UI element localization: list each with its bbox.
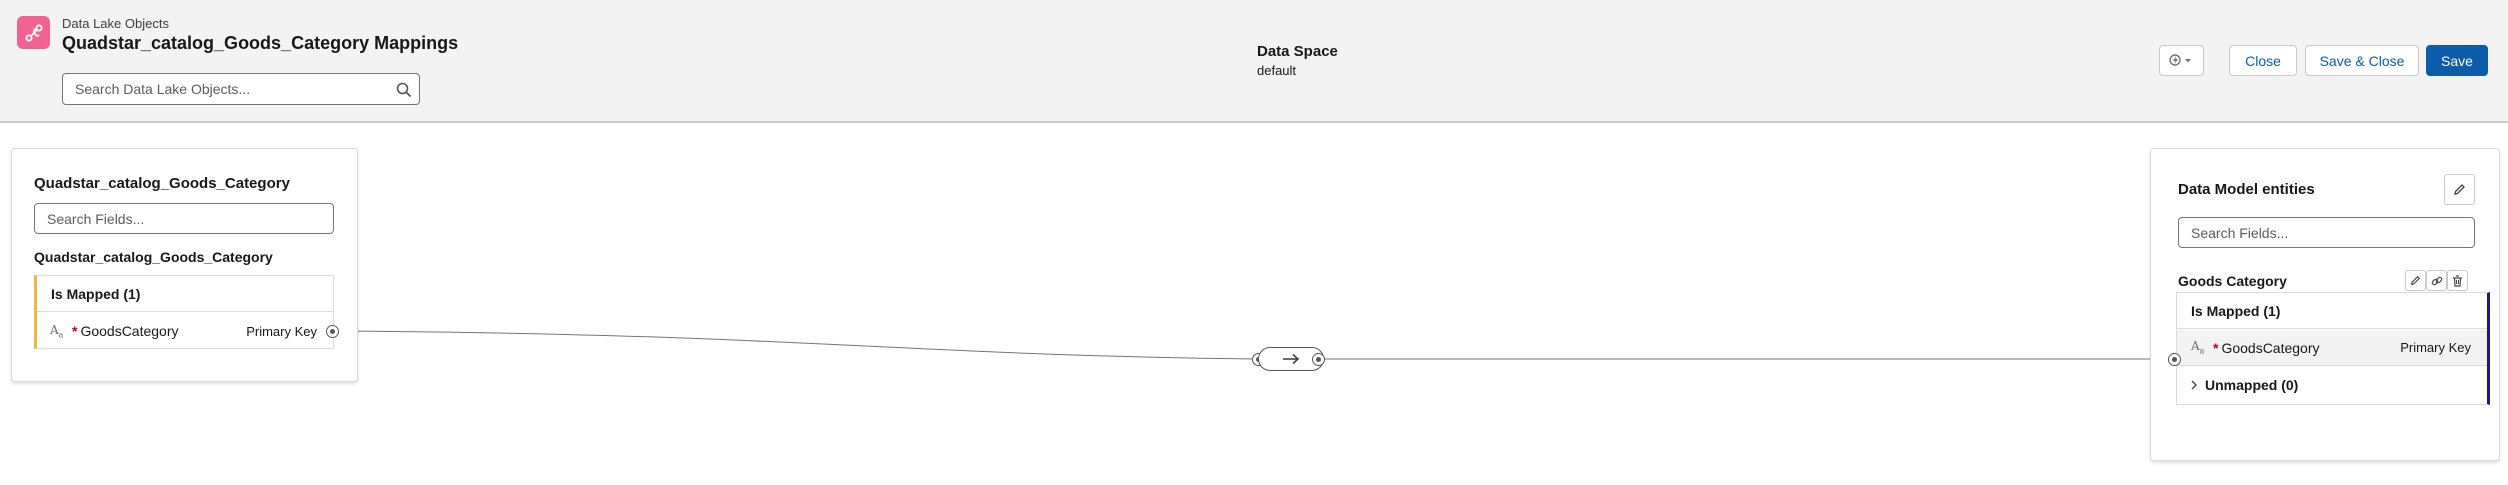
source-field-row[interactable]: Aa * GoodsCategory Primary Key [37, 313, 333, 349]
text-type-icon: Aa [2191, 339, 2205, 356]
delete-entity-button[interactable] [2447, 270, 2468, 291]
source-panel-title: Quadstar_catalog_Goods_Category [34, 175, 290, 192]
arrow-right-icon [1283, 353, 1300, 365]
chevron-right-icon [2191, 380, 2197, 390]
source-field-search-input[interactable] [35, 204, 333, 233]
required-marker: * [72, 323, 78, 339]
target-field-search [2178, 217, 2475, 248]
unmapped-label: Unmapped (0) [2205, 377, 2299, 393]
target-field-search-input[interactable] [2179, 218, 2474, 247]
data-model-panel: Data Model entities Goods Category Is Ma… [2150, 148, 2500, 461]
link-icon [2431, 276, 2442, 285]
section-heading[interactable]: Is Mapped (1) [2177, 293, 2487, 329]
source-field-search [34, 203, 334, 234]
source-object-panel: Quadstar_catalog_Goods_Category Quadstar… [11, 148, 358, 382]
source-connector-node[interactable] [326, 325, 339, 338]
unmapped-section-heading[interactable]: Unmapped (0) [2177, 367, 2487, 403]
link-entity-button[interactable] [2426, 270, 2447, 291]
pencil-icon [2410, 275, 2421, 286]
required-marker: * [2213, 339, 2219, 356]
transform-out-node[interactable] [1312, 353, 1325, 366]
edit-entity-button[interactable] [2405, 270, 2426, 291]
field-name: GoodsCategory [2221, 339, 2320, 356]
source-mapped-section: Is Mapped (1) Aa * GoodsCategory Primary… [34, 275, 334, 349]
mapping-line-source [332, 330, 1259, 360]
pencil-icon [2454, 184, 2465, 195]
target-mapped-section: Is Mapped (1) Aa * GoodsCategory Primary… [2176, 292, 2490, 405]
mapping-lines [332, 330, 2175, 360]
primary-key-label: Primary Key [2400, 340, 2471, 355]
text-type-icon: Aa [50, 322, 64, 340]
entity-name: Goods Category [2178, 273, 2287, 289]
target-field-row[interactable]: Aa * GoodsCategory Primary Key [2177, 330, 2487, 366]
target-panel-title: Data Model entities [2178, 181, 2315, 198]
target-connector-node[interactable] [2168, 353, 2181, 366]
trash-icon [2453, 274, 2462, 287]
primary-key-label: Primary Key [246, 323, 317, 339]
source-object-name: Quadstar_catalog_Goods_Category [34, 249, 273, 265]
field-name: GoodsCategory [80, 323, 179, 339]
edit-entities-button[interactable] [2444, 174, 2475, 205]
section-heading[interactable]: Is Mapped (1) [37, 276, 333, 312]
